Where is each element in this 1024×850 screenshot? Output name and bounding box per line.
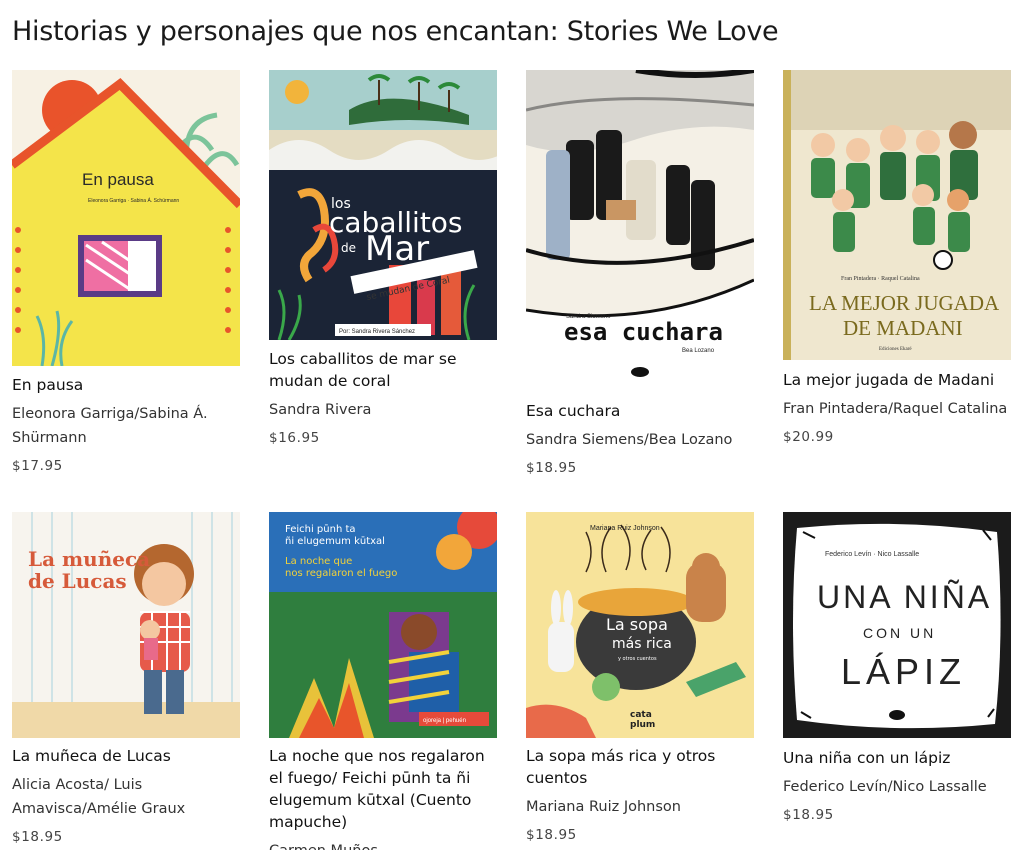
cover-byline: Por: Sandra Rivera Sánchez [339, 329, 415, 335]
book-author: Eleonora Garriga/Sabina Á. Shürmann [12, 406, 208, 446]
cover-title: En pausa [82, 170, 154, 189]
cover-publisher: ojoreja | pehuén [423, 718, 466, 724]
book-author: Sandra Siemens/Bea Lozano [526, 432, 733, 448]
cover-illustration: Sandra Siemens esa cuchara Bea Lozano [526, 70, 754, 394]
cover-title: esa cuchara [564, 318, 723, 346]
book-cover-madani[interactable]: Fran Pintadera · Raquel Catalina LA MEJO… [783, 70, 1011, 360]
cover-title-2: DE MADANI [843, 316, 963, 340]
cover-title-1: Feichi pūnh ta [285, 524, 356, 535]
cover-title-3: La noche que [285, 556, 352, 567]
book-title[interactable]: La noche que nos regalaron el fuego/ Fei… [269, 745, 499, 833]
cover-publisher: Ediciones Ekaré [879, 347, 912, 352]
cover-title-1: La muñeca [28, 547, 150, 571]
page-title: Historias y personajes que nos encantan:… [12, 16, 779, 47]
book-cover-muneca-lucas[interactable]: La muñeca de Lucas [12, 512, 240, 738]
cover-authors: Fran Pintadera · Raquel Catalina [841, 276, 920, 282]
book-author: Sandra Rivera [269, 402, 372, 418]
cover-title-4: nos regalaron el fuego [285, 568, 397, 579]
book-price: $18.95 [526, 460, 577, 476]
cover-title-1: La sopa [606, 615, 668, 634]
cover-illustrator: Bea Lozano [682, 348, 715, 354]
book-author: Alicia Acosta/ Luis Amavisca/Amélie Grau… [12, 777, 186, 817]
cover-title-1: UNA NIÑA [817, 579, 992, 615]
book-price: $16.95 [269, 430, 320, 446]
book-title[interactable]: Esa cuchara [526, 400, 756, 422]
cover-author: Mariana Ruiz Johnson [590, 525, 660, 532]
cover-title-3: y otros cuentos [618, 656, 657, 662]
book-title[interactable]: En pausa [12, 374, 242, 396]
book-title[interactable]: La mejor jugada de Madani [783, 369, 1013, 391]
cover-title-2: más rica [612, 636, 672, 652]
book-cover-en-pausa[interactable]: En pausa Eleonora Garriga · Sabina Á. Sc… [12, 70, 240, 366]
cover-illustration: Fran Pintadera · Raquel Catalina LA MEJO… [783, 70, 1011, 360]
book-price: $18.95 [12, 829, 63, 845]
cover-publisher-2: plum [630, 720, 655, 730]
book-price: $17.95 [12, 458, 63, 474]
cover-title-1: LA MEJOR JUGADA [809, 291, 1000, 315]
cover-illustration: ojoreja | pehuén Feichi pūnh ta ñi eluge… [269, 512, 497, 738]
cover-title-4: Mar [365, 229, 429, 269]
book-price: $20.99 [783, 429, 834, 445]
cover-title-2: CON UN [863, 625, 936, 641]
book-title[interactable]: Los caballitos de mar se mudan de coral [269, 348, 499, 392]
book-title[interactable]: La muñeca de Lucas [12, 745, 242, 767]
book-title[interactable]: La sopa más rica y otros cuentos [526, 745, 756, 789]
cover-title-3: LÁPIZ [841, 651, 966, 692]
book-author: Carmen Muños [269, 839, 499, 850]
book-author: Federico Levín/Nico Lassalle [783, 779, 987, 795]
cover-illustration: Mariana Ruiz Johnson La sopa más rica y … [526, 512, 754, 738]
book-author: Fran Pintadera/Raquel Catalina [783, 401, 1008, 417]
book-price: $18.95 [783, 807, 834, 823]
cover-title-2: de Lucas [28, 569, 127, 593]
cover-title-2: ñi elugemum kūtxal [285, 536, 385, 547]
book-cover-sopa-rica[interactable]: Mariana Ruiz Johnson La sopa más rica y … [526, 512, 754, 738]
cover-illustration: Federico Levín · Nico Lassalle UNA NIÑA … [783, 512, 1011, 738]
book-price: $18.95 [526, 827, 577, 843]
book-author: Mariana Ruiz Johnson [526, 799, 681, 815]
cover-title-3: de [341, 241, 356, 255]
book-cover-noche-fuego[interactable]: ojoreja | pehuén Feichi pūnh ta ñi eluge… [269, 512, 497, 738]
cover-illustration: La muñeca de Lucas [12, 512, 240, 738]
cover-illustration: En pausa Eleonora Garriga · Sabina Á. Sc… [12, 70, 240, 366]
cover-authors: Federico Levín · Nico Lassalle [825, 551, 919, 558]
cover-authors: Eleonora Garriga · Sabina Á. Schürmann [88, 197, 179, 204]
cover-illustration: los caballitos de Mar se mudan de Coral … [269, 70, 497, 340]
book-cover-esa-cuchara[interactable]: Sandra Siemens esa cuchara Bea Lozano [526, 70, 754, 394]
book-cover-nina-lapiz[interactable]: Federico Levín · Nico Lassalle UNA NIÑA … [783, 512, 1011, 738]
book-cover-caballitos[interactable]: los caballitos de Mar se mudan de Coral … [269, 70, 497, 340]
book-title[interactable]: Una niña con un lápiz [783, 747, 1013, 769]
cover-publisher: cata [630, 710, 652, 720]
